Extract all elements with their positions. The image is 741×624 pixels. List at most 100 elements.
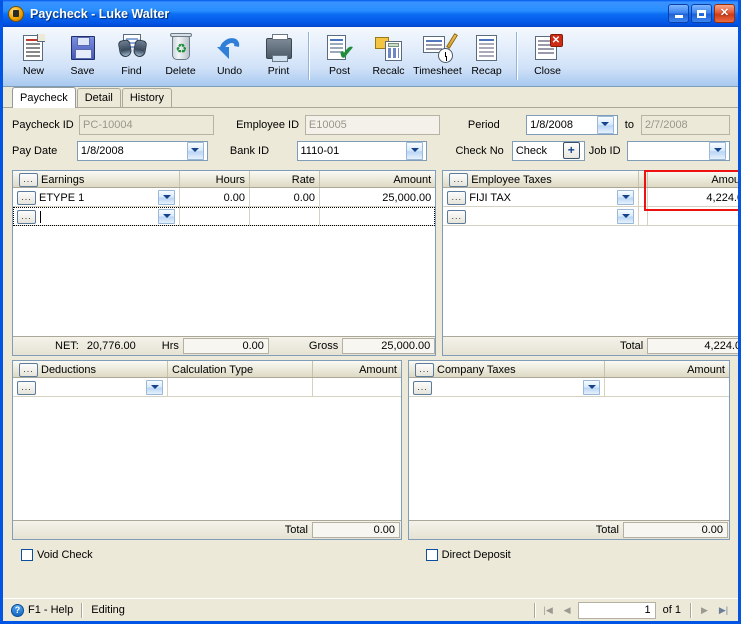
- new-document-icon: [18, 33, 50, 64]
- close-button[interactable]: ✕: [714, 4, 735, 23]
- employee-taxes-row-mid[interactable]: [639, 188, 649, 206]
- deductions-row-lookup-icon[interactable]: ...: [17, 381, 36, 395]
- earnings-row-hours[interactable]: [180, 207, 250, 225]
- employee-taxes-row-name: FIJI TAX: [469, 191, 511, 204]
- employee-taxes-row-lookup-icon[interactable]: ...: [447, 210, 467, 224]
- toolbar-button-new[interactable]: New: [9, 30, 58, 84]
- toolbar-button-post[interactable]: ✔ Post: [315, 30, 364, 84]
- period-to-label: to: [624, 118, 634, 131]
- window-client-area: New Save Find ♻ Delete Undo Print ✔ Post…: [3, 27, 738, 621]
- earnings-row[interactable]: ... ETYPE 1 0.00 0.00 25,000.00: [13, 188, 436, 207]
- previous-record-icon[interactable]: ◀: [559, 602, 576, 618]
- employee-taxes-row-amount[interactable]: 4,224.00: [648, 188, 738, 206]
- employee-id-field[interactable]: E10005: [304, 114, 440, 135]
- earnings-lookup-icon[interactable]: ...: [19, 173, 38, 187]
- chevron-down-icon[interactable]: [146, 380, 163, 395]
- earnings-row-rate[interactable]: 0.00: [250, 188, 320, 206]
- employee-taxes-row-lookup-icon[interactable]: ...: [447, 191, 467, 205]
- employee-taxes-totals: Total 4,224.00: [443, 336, 738, 355]
- employee-taxes-total-label: Total: [619, 340, 644, 352]
- earnings-row-amount[interactable]: [320, 207, 435, 225]
- record-number-input[interactable]: 1: [577, 601, 656, 619]
- toolbar-button-recalc[interactable]: Recalc: [364, 30, 413, 84]
- chevron-down-icon[interactable]: [406, 141, 424, 160]
- chevron-down-icon[interactable]: [596, 115, 614, 134]
- first-record-icon[interactable]: |◀: [540, 602, 557, 618]
- job-id-dropdown[interactable]: [627, 140, 730, 161]
- header-form: Paycheck ID PC-10004 Employee ID E10005 …: [3, 108, 738, 166]
- last-record-icon[interactable]: ▶|: [715, 602, 732, 618]
- tab-strip: Paycheck Detail History: [3, 87, 738, 108]
- status-divider-2: [533, 602, 536, 618]
- deductions-column-name: Deductions: [41, 363, 97, 376]
- check-no-field[interactable]: Check +: [511, 140, 585, 161]
- period-from-dropdown[interactable]: 1/8/2008: [526, 114, 618, 135]
- deductions-row[interactable]: ...: [13, 378, 401, 397]
- employee-taxes-row-mid[interactable]: [639, 207, 649, 225]
- next-record-icon[interactable]: ▶: [696, 602, 713, 618]
- undo-arrow-icon: [214, 33, 246, 64]
- deductions-row-amount[interactable]: [313, 378, 401, 396]
- chevron-down-icon[interactable]: [617, 209, 635, 224]
- company-taxes-column-name: Company Taxes: [437, 363, 516, 376]
- chevron-down-icon[interactable]: [709, 141, 726, 160]
- paycheck-app-icon: [8, 5, 24, 22]
- tab-detail[interactable]: Detail: [76, 88, 121, 107]
- pay-date-dropdown[interactable]: 1/8/2008: [76, 140, 208, 161]
- toolbar-label-print: Print: [267, 65, 290, 77]
- help-segment[interactable]: ? F1 - Help: [5, 602, 79, 619]
- minimize-button[interactable]: [668, 4, 689, 23]
- floppy-disk-icon: [67, 33, 99, 64]
- company-taxes-header: ... Company Taxes Amount: [409, 361, 729, 378]
- toolbar-button-close[interactable]: ✕ Close: [523, 30, 572, 84]
- bank-id-label: Bank ID: [229, 144, 270, 157]
- employee-taxes-row[interactable]: ...: [443, 207, 738, 226]
- maximize-button[interactable]: [691, 4, 712, 23]
- mode-label: Editing: [91, 604, 125, 616]
- toolbar-button-find[interactable]: Find: [107, 30, 156, 84]
- deductions-lookup-icon[interactable]: ...: [19, 363, 38, 377]
- toolbar-button-undo[interactable]: Undo: [205, 30, 254, 84]
- company-taxes-row-amount[interactable]: [605, 378, 729, 396]
- job-id-label: Job ID: [588, 144, 621, 157]
- chevron-down-icon[interactable]: [583, 380, 600, 395]
- earnings-row-amount[interactable]: 25,000.00: [320, 188, 435, 206]
- timesheet-clock-icon: [422, 33, 458, 64]
- toolbar-button-recap[interactable]: Recap: [462, 30, 511, 84]
- status-divider-3: [690, 602, 692, 618]
- toolbar-label-recap: Recap: [471, 65, 502, 77]
- toolbar-button-save[interactable]: Save: [58, 30, 107, 84]
- tab-paycheck[interactable]: Paycheck: [12, 87, 76, 108]
- deductions-column-calc-type: Calculation Type: [168, 361, 313, 377]
- bank-id-value: 1110-01: [300, 144, 340, 157]
- direct-deposit-checkbox[interactable]: [425, 549, 438, 561]
- toolbar-button-print[interactable]: Print: [254, 30, 303, 84]
- employee-taxes-lookup-icon[interactable]: ...: [449, 173, 469, 187]
- help-label: F1 - Help: [28, 604, 74, 616]
- employee-taxes-row-amount[interactable]: [648, 207, 738, 225]
- void-check-checkbox[interactable]: [21, 549, 33, 561]
- company-taxes-row[interactable]: ...: [409, 378, 729, 397]
- tab-history[interactable]: History: [121, 88, 173, 107]
- employee-taxes-column-amount: Amount: [711, 173, 738, 186]
- deductions-row-calc-type[interactable]: [168, 378, 313, 396]
- earnings-row-lookup-icon[interactable]: ...: [17, 191, 36, 205]
- chevron-down-icon[interactable]: [158, 190, 175, 205]
- toolbar-separator-1: [308, 32, 310, 80]
- toolbar-button-delete[interactable]: ♻ Delete: [156, 30, 205, 84]
- company-taxes-lookup-icon[interactable]: ...: [415, 363, 434, 377]
- earnings-row[interactable]: ...: [13, 207, 436, 226]
- earnings-row-rate[interactable]: [250, 207, 320, 225]
- toolbar-button-timesheet[interactable]: Timesheet: [413, 30, 462, 84]
- bank-id-dropdown[interactable]: 1110-01: [296, 140, 428, 161]
- company-taxes-empty-space: [409, 397, 729, 520]
- printer-icon: [263, 33, 295, 64]
- employee-taxes-row[interactable]: ... FIJI TAX 4,224.00: [443, 188, 738, 207]
- earnings-row-hours[interactable]: 0.00: [180, 188, 250, 206]
- company-taxes-row-lookup-icon[interactable]: ...: [413, 381, 432, 395]
- earnings-row-lookup-icon[interactable]: ...: [17, 210, 36, 224]
- chevron-down-icon[interactable]: [158, 209, 175, 224]
- chevron-down-icon[interactable]: [617, 190, 635, 205]
- plus-icon[interactable]: +: [562, 142, 580, 159]
- chevron-down-icon[interactable]: [186, 141, 204, 160]
